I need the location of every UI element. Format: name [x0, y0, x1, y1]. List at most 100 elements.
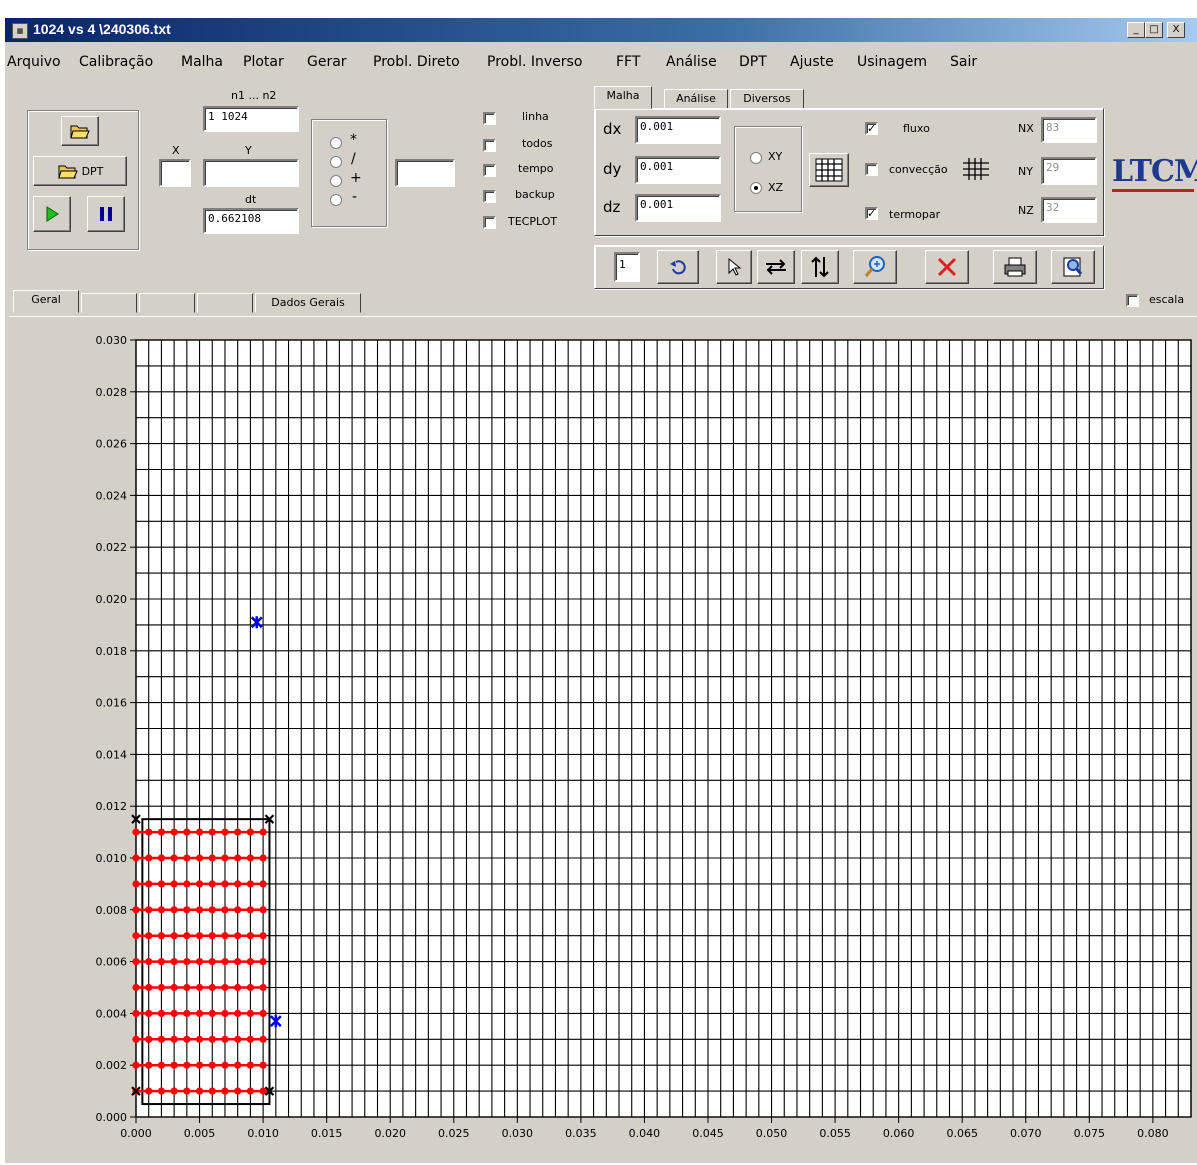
- maximize-button[interactable]: □: [1145, 22, 1163, 38]
- dt-input[interactable]: 0.662108: [203, 208, 299, 234]
- menu-malha[interactable]: Malha: [181, 54, 223, 70]
- tempo-checkbox[interactable]: [483, 164, 496, 177]
- dpt-button[interactable]: DPT: [33, 156, 127, 186]
- dt-label: dt: [245, 193, 257, 206]
- heat-flux-point: [157, 1087, 166, 1095]
- x-tick-label: 0.050: [756, 1127, 788, 1140]
- escala-checkbox[interactable]: [1126, 294, 1139, 307]
- logo-text: LTCM: [1112, 154, 1197, 189]
- menu-plotar[interactable]: Plotar: [243, 54, 284, 70]
- swap-vertical-button[interactable]: [801, 250, 839, 284]
- plane-xy-radio[interactable]: [750, 152, 762, 164]
- heat-flux-point: [195, 932, 204, 940]
- menu-probl-inverso[interactable]: Probl. Inverso: [487, 54, 582, 70]
- dz-input[interactable]: 0.001: [635, 194, 721, 222]
- tab-analise[interactable]: Análise: [664, 89, 728, 109]
- mesh-grid-button[interactable]: [809, 153, 849, 187]
- fluxo-checkbox[interactable]: ✓: [865, 122, 878, 135]
- op-add-radio[interactable]: [330, 175, 342, 187]
- menu-gerar[interactable]: Gerar: [307, 54, 347, 70]
- delete-button[interactable]: [925, 250, 969, 284]
- heat-flux-point: [195, 1087, 204, 1095]
- tecplot-checkbox[interactable]: [483, 216, 496, 229]
- heat-flux-point: [195, 906, 204, 914]
- termopar-checkbox[interactable]: ✓: [865, 207, 878, 220]
- tab-diversos[interactable]: Diversos: [730, 89, 804, 109]
- swap-horizontal-button[interactable]: [757, 250, 795, 284]
- heat-flux-point: [183, 906, 191, 914]
- convection-grid-icon[interactable]: [962, 157, 990, 181]
- heat-flux-point: [132, 1009, 140, 1018]
- dpt-label: DPT: [81, 164, 104, 178]
- heat-flux-point: [145, 1035, 153, 1043]
- preview-button[interactable]: [1051, 250, 1095, 284]
- heat-flux-point: [183, 932, 191, 940]
- close-button[interactable]: X: [1167, 22, 1185, 38]
- menu-sair[interactable]: Sair: [950, 54, 977, 70]
- heat-flux-point: [234, 854, 242, 862]
- play-button[interactable]: [33, 196, 71, 232]
- select-pointer-button[interactable]: [716, 250, 752, 284]
- op-multiply-label: *: [350, 132, 357, 148]
- heat-flux-point: [132, 906, 140, 914]
- op-multiply-radio[interactable]: [330, 137, 342, 149]
- main-window: ▦ 1024 vs 4 \240306.txt _ □ X Arquivo Ca…: [5, 18, 1197, 1163]
- page-number-input[interactable]: 1: [614, 252, 640, 282]
- heat-flux-point: [170, 983, 178, 992]
- y-tick-label: 0.030: [96, 334, 128, 347]
- op-subtract-radio[interactable]: [330, 194, 342, 206]
- tab-blank-3[interactable]: [197, 293, 253, 313]
- tab-geral[interactable]: Geral: [13, 290, 79, 313]
- nz-input[interactable]: 32: [1041, 197, 1097, 223]
- heat-flux-point: [145, 880, 153, 888]
- nx-input[interactable]: 83: [1041, 117, 1097, 143]
- heat-flux-point: [170, 906, 178, 914]
- menu-dpt[interactable]: DPT: [739, 54, 767, 70]
- mesh-chart[interactable]: 0.000 0.002 0.004 0.006 0.008 0.010 0.012 0.014…: [9, 317, 1195, 1159]
- dy-input[interactable]: 0.001: [635, 156, 721, 184]
- undo-button[interactable]: [657, 250, 699, 284]
- todos-checkbox[interactable]: [483, 139, 496, 152]
- heat-flux-point: [208, 1061, 216, 1069]
- x-tick-label: 0.025: [438, 1127, 470, 1140]
- ny-input[interactable]: 29: [1041, 157, 1097, 185]
- dy-label: dy: [603, 160, 622, 178]
- tab-blank-1[interactable]: [81, 293, 137, 313]
- delete-x-icon: [937, 257, 957, 277]
- dx-input[interactable]: 0.001: [635, 116, 721, 144]
- heat-flux-point: [221, 880, 229, 888]
- operand-input[interactable]: [395, 159, 455, 187]
- undo-icon: [670, 260, 686, 275]
- y-input[interactable]: [203, 159, 299, 187]
- menu-analise[interactable]: Análise: [666, 54, 717, 70]
- menu-fft[interactable]: FFT: [616, 54, 640, 70]
- swap-vertical-icon: [811, 256, 829, 278]
- backup-checkbox[interactable]: [483, 190, 496, 203]
- heat-flux-point: [170, 828, 178, 836]
- heat-flux-point: [221, 958, 229, 966]
- op-divide-radio[interactable]: [330, 156, 342, 168]
- print-button[interactable]: [993, 250, 1037, 284]
- linha-checkbox[interactable]: [483, 112, 496, 125]
- minimize-button[interactable]: _: [1127, 22, 1145, 38]
- conveccao-checkbox[interactable]: [865, 163, 878, 176]
- x-input[interactable]: [159, 159, 191, 187]
- open-file-button[interactable]: [61, 116, 99, 146]
- x-tick-label: 0.070: [1010, 1127, 1042, 1140]
- menu-usinagem[interactable]: Usinagem: [857, 54, 927, 70]
- pause-button[interactable]: [87, 196, 125, 232]
- menu-calibracao[interactable]: Calibração: [79, 54, 153, 70]
- menu-probl-direto[interactable]: Probl. Direto: [373, 54, 460, 70]
- heat-flux-point: [157, 958, 166, 966]
- zoom-icon: [864, 256, 885, 277]
- menu-arquivo[interactable]: Arquivo: [7, 54, 61, 70]
- tab-malha[interactable]: Malha: [594, 86, 652, 109]
- menu-ajuste[interactable]: Ajuste: [790, 54, 834, 70]
- tab-dados-gerais[interactable]: Dados Gerais: [255, 293, 361, 313]
- title-bar[interactable]: ▦ 1024 vs 4 \240306.txt _ □ X: [5, 18, 1197, 42]
- plane-xz-radio[interactable]: [750, 182, 762, 194]
- n-range-input[interactable]: 1 1024: [203, 106, 299, 132]
- zoom-button[interactable]: [853, 250, 897, 284]
- dx-label: dx: [603, 120, 622, 138]
- tab-blank-2[interactable]: [139, 293, 195, 313]
